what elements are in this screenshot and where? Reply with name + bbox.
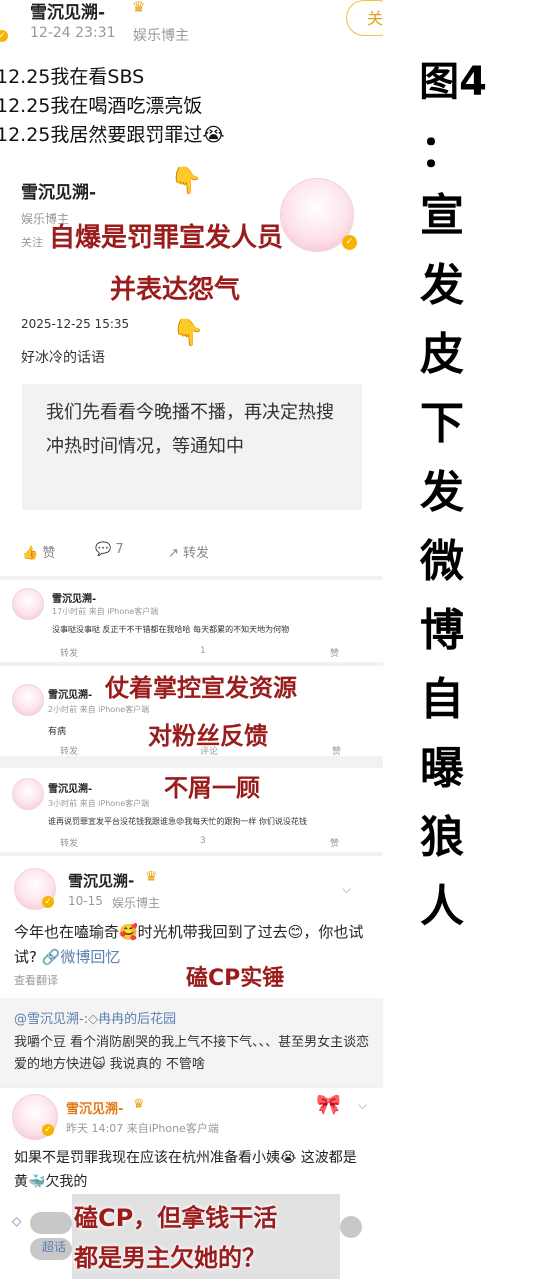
side-title-char: 狼 (420, 812, 464, 863)
crown-icon: ♛ (132, 0, 146, 16)
diamond-icon: ◇ (88, 1012, 99, 1027)
repost-user[interactable]: @雪沉见溯-: (14, 1012, 88, 1027)
repost-block: @雪沉见溯-:◇冉冉的后花园 我嚼个豆 看个消防剧哭的我上气不接下气、、、甚至男… (0, 998, 383, 1084)
side-title-char: 人 (420, 881, 464, 932)
post-author-name[interactable]: 雪沉见溯- (68, 870, 134, 891)
annotation-overlay: 对粉丝反馈 (148, 722, 268, 750)
blurred-region (30, 1212, 72, 1234)
crown-icon: ♛ (133, 1097, 145, 1112)
avatar[interactable] (12, 588, 44, 620)
repost-button[interactable]: 转发 (60, 744, 78, 757)
annotation-overlay: 不屑一顾 (164, 774, 260, 802)
side-title-char: 皮 (420, 329, 464, 380)
post-card-3: ✓ 雪沉见溯- ♛ 10-15 娱乐博主 ⌵ 今年也在嗑瑜奇🥰时光机带我回到了过… (0, 856, 383, 1084)
annotation-overlay: 磕CP实锤 (186, 966, 285, 991)
pointing-down-icon: 👇 (170, 166, 203, 196)
post-line: 12.25我居然要跟罚罪过😭 (0, 124, 225, 146)
comment-count[interactable]: 3 (200, 836, 206, 846)
comment-card: 雪沉见溯- 17小时前 来自 iPhone客户端 没事哒没事哒 反正干不干错都在… (0, 580, 383, 662)
comment-button[interactable]: 💬 7 (95, 542, 124, 557)
comment-count: 7 (115, 542, 124, 557)
side-title-char: 博 (420, 605, 464, 656)
like-button[interactable]: 赞 (330, 836, 339, 849)
comment-author[interactable]: 雪沉见溯- (48, 686, 92, 701)
like-button[interactable]: 👍 赞 (22, 542, 55, 561)
repost-text: 我嚼个豆 看个消防剧哭的我上气不接下气、、、甚至男女主谈恋爱的地方快进🙀 我说真… (14, 1035, 370, 1072)
like-label: 赞 (42, 546, 56, 561)
post-card-1: ✓ 雪沉见溯- ♛ 12-24 23:31 娱乐博主 关 12.25我在看SBS… (0, 0, 383, 162)
chevron-down-icon[interactable]: ⌵ (342, 882, 351, 897)
comment-text: 有病 (48, 727, 67, 737)
comment-meta: 3小时前 来自 iPhone客户端 (48, 799, 150, 808)
post-author-name[interactable]: 雪沉见溯- (66, 1098, 123, 1117)
comment-author[interactable]: 雪沉见溯- (52, 590, 96, 605)
follow-button[interactable]: 关 (346, 0, 383, 36)
post-line: 12.25我在看SBS (0, 66, 145, 88)
side-title-char: 下 (420, 398, 464, 449)
post-author-name[interactable]: 雪沉见溯- (21, 178, 96, 203)
post-date: 2025-12-25 15:35 (21, 317, 130, 331)
post-meta: 昨天 14:07 来自iPhone客户端 (66, 1122, 219, 1135)
crown-icon: ♛ (145, 869, 158, 885)
side-title-char: 发 (420, 467, 464, 518)
comment-text: 没事哒没事哒 反正干不干错都在我哈哈 每天都累的不知天地为何物 (52, 625, 290, 634)
post-tag: 娱乐博主 (133, 28, 189, 44)
annotation-overlay: 都是男主欠她的？ (74, 1244, 266, 1272)
side-title-char: 发 (420, 260, 464, 311)
comment-author[interactable]: 雪沉见溯- (48, 780, 92, 795)
annotation-overlay: 自爆是罚罪宣发人员 (49, 223, 284, 253)
repost-header: @雪沉见溯-:◇冉冉的后花园 (14, 1008, 176, 1027)
side-title-char: ： (420, 126, 464, 177)
pointing-down-icon: 👇 (172, 318, 205, 348)
verified-badge-icon: ✓ (0, 30, 8, 42)
post-card-2: 雪沉见溯- 👇 娱乐博主 关注 ✓ 自爆是罚罪宣发人员 并表达怨气 2025-1… (0, 162, 383, 576)
screenshot-collage: ✓ 雪沉见溯- ♛ 12-24 23:31 娱乐博主 关 12.25我在看SBS… (0, 0, 383, 1279)
quoted-message: 我们先看看今晚播不播，再决定热搜冲热时间情况，等通知中 (22, 384, 362, 510)
blurred-region (340, 1216, 362, 1238)
avatar[interactable] (12, 778, 44, 810)
repost-source[interactable]: 冉冉的后花园 (98, 1012, 176, 1027)
annotation-overlay: 并表达怨气 (110, 275, 241, 305)
quoted-text: 我们先看看今晚播不播，再决定热搜冲热时间情况，等通知中 (46, 402, 334, 457)
post-tag: 娱乐博主 (112, 896, 161, 910)
comment-text: 谁再说罚罪宣发平台没花钱我跟谁急😡我每天忙的跟狗一样 你们说没花钱 (48, 817, 307, 826)
repost-button[interactable]: 转发 (60, 646, 78, 659)
post-body: 12.25我在看SBS 12.25我在喝酒吃漂亮饭 12.25我居然要跟罚罪过😭 (0, 63, 225, 150)
side-title-char: 曝 (420, 743, 464, 794)
supertopic-icon: ◇ (12, 1214, 22, 1228)
post-line: 12.25我在喝酒吃漂亮饭 (0, 95, 203, 117)
supertopic-link[interactable]: 超话 (42, 1238, 66, 1255)
side-title-figure: 图4 (419, 59, 487, 105)
comment-meta: 2小时前 来自 iPhone客户端 (48, 705, 150, 714)
side-title-char: 宣 (420, 190, 464, 241)
verified-badge-icon: ✓ (42, 896, 54, 908)
post-author-name[interactable]: 雪沉见溯- (30, 0, 105, 23)
post-card-4: ✓ 雪沉见溯- ♛ 昨天 14:07 来自iPhone客户端 🎀 ⌵ 如果不是罚… (0, 1088, 383, 1279)
like-button[interactable]: 赞 (330, 646, 339, 659)
follow-hint[interactable]: 关注 (21, 234, 43, 250)
post-link[interactable]: 🔗微博回忆 (42, 948, 121, 966)
translate-link[interactable]: 查看翻译 (14, 972, 58, 988)
decoration-icon: 🎀 (316, 1092, 341, 1116)
repost-button[interactable]: ↗ 转发 (168, 542, 209, 561)
comment-count[interactable]: 1 (200, 646, 206, 656)
post-caption: 好冰冷的话语 (21, 350, 105, 366)
avatar[interactable] (12, 684, 44, 716)
side-title-char: 微 (420, 536, 464, 587)
verified-badge-icon: ✓ (42, 1124, 54, 1136)
post-time: 10-15 (68, 894, 103, 908)
verified-badge-icon: ✓ (342, 235, 357, 250)
annotation-overlay: 磕CP，但拿钱干活 (74, 1204, 278, 1232)
repost-label: 转发 (183, 546, 210, 561)
annotation-overlay: 仗着掌控宣发资源 (105, 674, 297, 702)
post-text: 如果不是罚罪我现在应该在杭州准备看小姨😭 这波都是黄🐳欠我的 (14, 1150, 357, 1190)
like-button[interactable]: 赞 (332, 744, 341, 757)
repost-button[interactable]: 转发 (60, 836, 78, 849)
comment-meta: 17小时前 来自 iPhone客户端 (52, 607, 159, 616)
post-time: 12-24 23:31 (30, 25, 116, 41)
follow-label: 关 (367, 9, 383, 28)
chevron-down-icon[interactable]: ⌵ (358, 1098, 367, 1113)
side-title-char: 自 (420, 674, 464, 725)
